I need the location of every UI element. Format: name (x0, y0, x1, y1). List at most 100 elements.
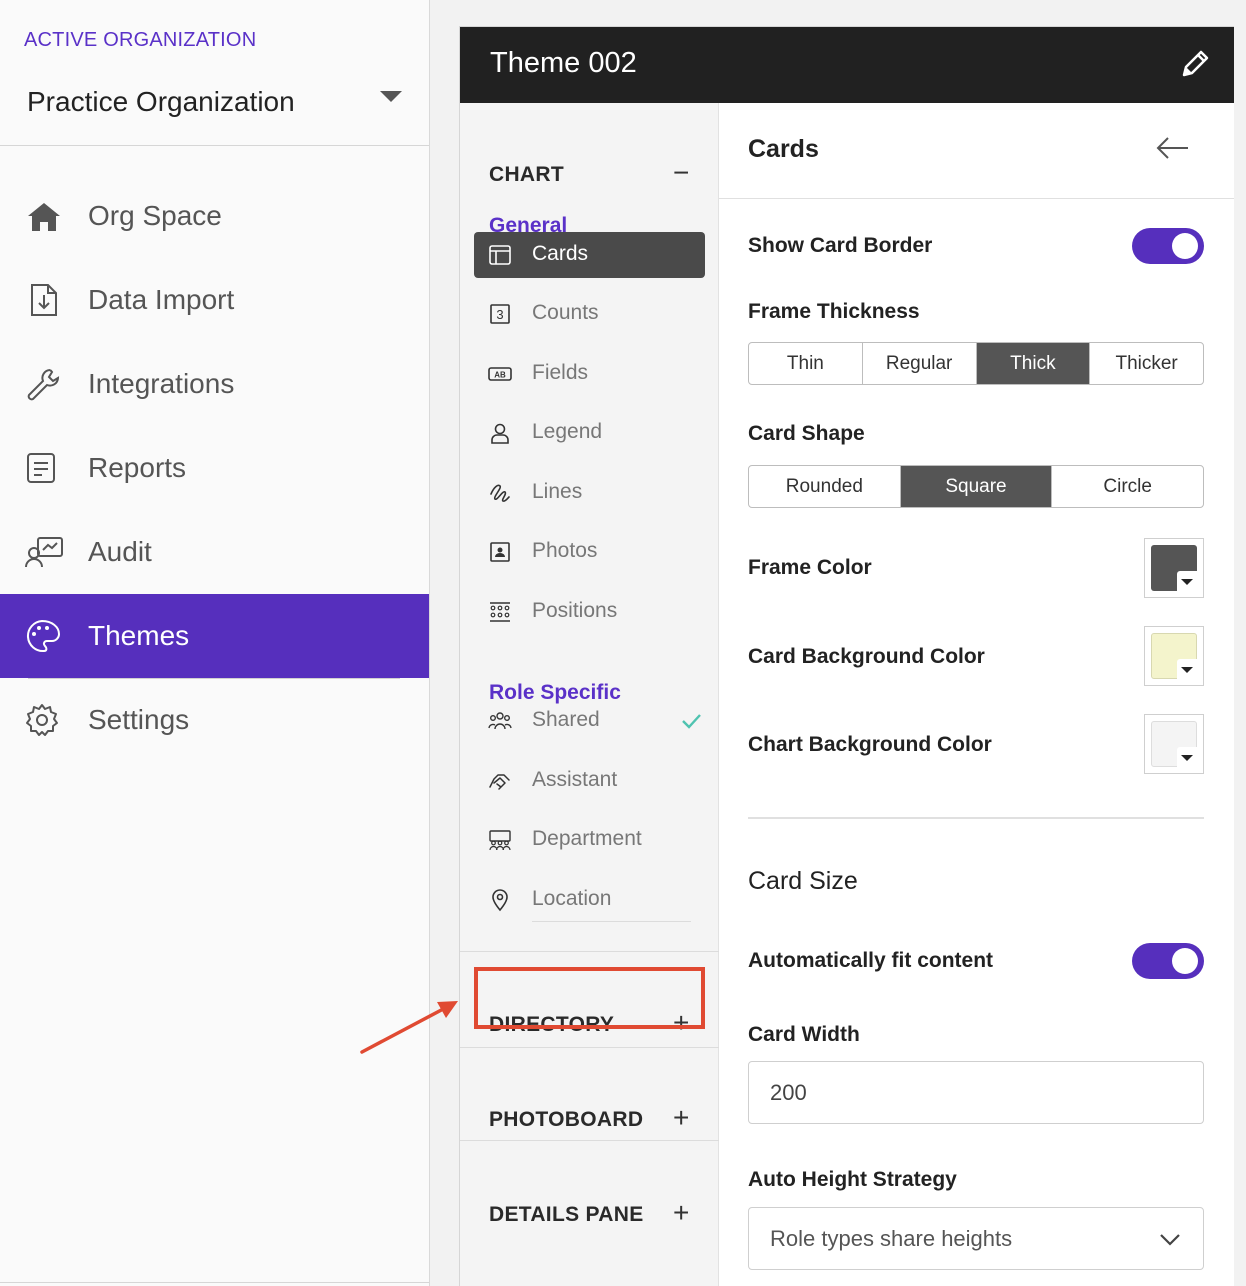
subnav-item-lines[interactable]: Lines (474, 470, 705, 516)
auto-height-strategy-label: Auto Height Strategy (748, 1168, 957, 1191)
chart-collapse-icon[interactable]: − (673, 159, 689, 187)
nav-label: Audit (88, 536, 152, 567)
subnav-item-label: Assistant (532, 768, 618, 791)
sidebar: ACTIVE ORGANIZATION Practice Organizatio… (0, 0, 430, 1286)
card-shape-label: Card Shape (748, 422, 865, 445)
subnav-item-assistant[interactable]: Assistant (474, 758, 705, 804)
show-card-border-label: Show Card Border (748, 234, 933, 257)
subnav-item-department[interactable]: Department (474, 817, 705, 863)
shape-option-square[interactable]: Square (900, 466, 1053, 507)
frame-thickness-label: Frame Thickness (748, 300, 920, 323)
theme-header: Theme 002 (460, 27, 1234, 103)
shape-option-rounded[interactable]: Rounded (749, 466, 901, 507)
nav-item-audit[interactable]: Audit (0, 510, 429, 594)
subnav-item-cards[interactable]: Cards (474, 232, 705, 278)
show-card-border-toggle[interactable] (1132, 228, 1204, 264)
nav-item-themes[interactable]: Themes (0, 594, 429, 678)
subnav-item-positions[interactable]: Positions (474, 589, 705, 635)
thickness-option-regular[interactable]: Regular (863, 343, 977, 384)
chevron-down-icon (1160, 1234, 1180, 1246)
annotation-arrow-icon (360, 1001, 458, 1054)
pane-divider (719, 198, 1234, 199)
directory-highlight-box (474, 967, 705, 1029)
subnav-item-photos[interactable]: Photos (474, 529, 705, 575)
subnav-item-location[interactable]: Location (474, 877, 705, 923)
subnav-item-label: Location (532, 887, 612, 910)
details-pane-expand-icon[interactable]: + (673, 1199, 689, 1227)
pane-title: Cards (748, 135, 819, 163)
subnav-item-label: Photos (532, 539, 598, 562)
photoboard-section-label[interactable]: PHOTOBOARD (489, 1108, 643, 1132)
nav-label: Settings (88, 704, 190, 735)
theme-subnav: CHART − General Cards 3 Counts AB Fields… (460, 103, 719, 1286)
subnav-item-label: Shared (532, 708, 600, 731)
nav-item-settings[interactable]: Settings (0, 678, 429, 762)
dropdown-arrow-icon (1177, 571, 1197, 591)
nav-item-reports[interactable]: Reports (0, 426, 429, 510)
chart-section-label[interactable]: CHART (489, 163, 564, 187)
subnav-item-shared[interactable]: Shared (474, 698, 705, 744)
svg-text:3: 3 (496, 307, 503, 322)
card-shape-selector: Rounded Square Circle (748, 465, 1204, 508)
subnav-item-label: Fields (532, 361, 589, 384)
thickness-option-thick[interactable]: Thick (976, 343, 1091, 384)
location-pin-icon (492, 889, 508, 912)
subnav-item-label: Cards (532, 242, 589, 265)
theme-panel: Theme 002 CHART − General Cards 3 Counts… (459, 26, 1234, 1286)
card-width-input[interactable]: 200 (748, 1061, 1204, 1124)
section-divider (748, 817, 1204, 819)
photoboard-expand-icon[interactable]: + (673, 1104, 689, 1132)
app-root: ACTIVE ORGANIZATION Practice Organizatio… (0, 0, 1246, 1286)
subnav-item-label: Department (532, 827, 642, 850)
nav-label: Data Import (88, 284, 235, 315)
photo-id-icon (490, 542, 510, 562)
chart-background-color-picker[interactable] (1144, 714, 1204, 774)
subnav-item-legend[interactable]: Legend (474, 410, 705, 456)
assistant-handshake-icon (489, 774, 510, 790)
subnav-item-counts[interactable]: 3 Counts (474, 291, 705, 337)
details-pane-section-label[interactable]: DETAILS PANE (489, 1203, 644, 1227)
subnav-item-label: Positions (532, 599, 618, 622)
shape-option-circle[interactable]: Circle (1052, 466, 1203, 507)
subnav-divider (460, 1047, 719, 1048)
nav-label: Org Space (88, 200, 222, 231)
toggle-knob (1172, 233, 1198, 259)
org-label: ACTIVE ORGANIZATION (24, 29, 257, 51)
pencil-edit-icon[interactable] (1178, 47, 1212, 81)
thickness-option-thin[interactable]: Thin (749, 343, 863, 384)
people-group-icon (488, 712, 512, 730)
text-field-icon: AB (488, 367, 512, 381)
card-background-color-label: Card Background Color (748, 645, 985, 668)
audit-icon (25, 537, 63, 568)
nav-item-data-import[interactable]: Data Import (0, 258, 429, 342)
subnav-divider (460, 1140, 719, 1141)
auto-height-strategy-select[interactable]: Role types share heights (748, 1207, 1204, 1270)
card-layout-icon (489, 245, 511, 265)
chart-background-color-label: Chart Background Color (748, 733, 992, 756)
subnav-item-fields[interactable]: AB Fields (474, 351, 705, 397)
auto-fit-content-label: Automatically fit content (748, 949, 994, 972)
nav-item-org-space[interactable]: Org Space (0, 174, 429, 258)
nav-label: Reports (88, 452, 187, 483)
dropdown-arrow-icon (1177, 659, 1197, 679)
home-icon (28, 203, 60, 231)
department-icon (489, 830, 511, 851)
card-background-color-picker[interactable] (1144, 626, 1204, 686)
subnav-divider (460, 951, 719, 952)
squiggle-lines-icon (490, 484, 510, 502)
person-icon (491, 423, 509, 444)
org-dropdown-caret-icon[interactable] (380, 91, 402, 102)
org-name[interactable]: Practice Organization (27, 86, 295, 118)
thickness-option-thicker[interactable]: Thicker (1090, 343, 1203, 384)
positions-grid-icon (490, 602, 510, 622)
palette-icon (26, 619, 61, 653)
subnav-divider (532, 921, 691, 922)
report-icon (27, 453, 55, 483)
gear-icon (26, 704, 58, 736)
dropdown-arrow-icon (1177, 747, 1197, 767)
frame-color-picker[interactable] (1144, 538, 1204, 598)
auto-fit-content-toggle[interactable] (1132, 943, 1204, 979)
nav-item-integrations[interactable]: Integrations (0, 342, 429, 426)
arrow-left-icon[interactable] (1154, 133, 1192, 163)
check-icon (682, 714, 701, 729)
